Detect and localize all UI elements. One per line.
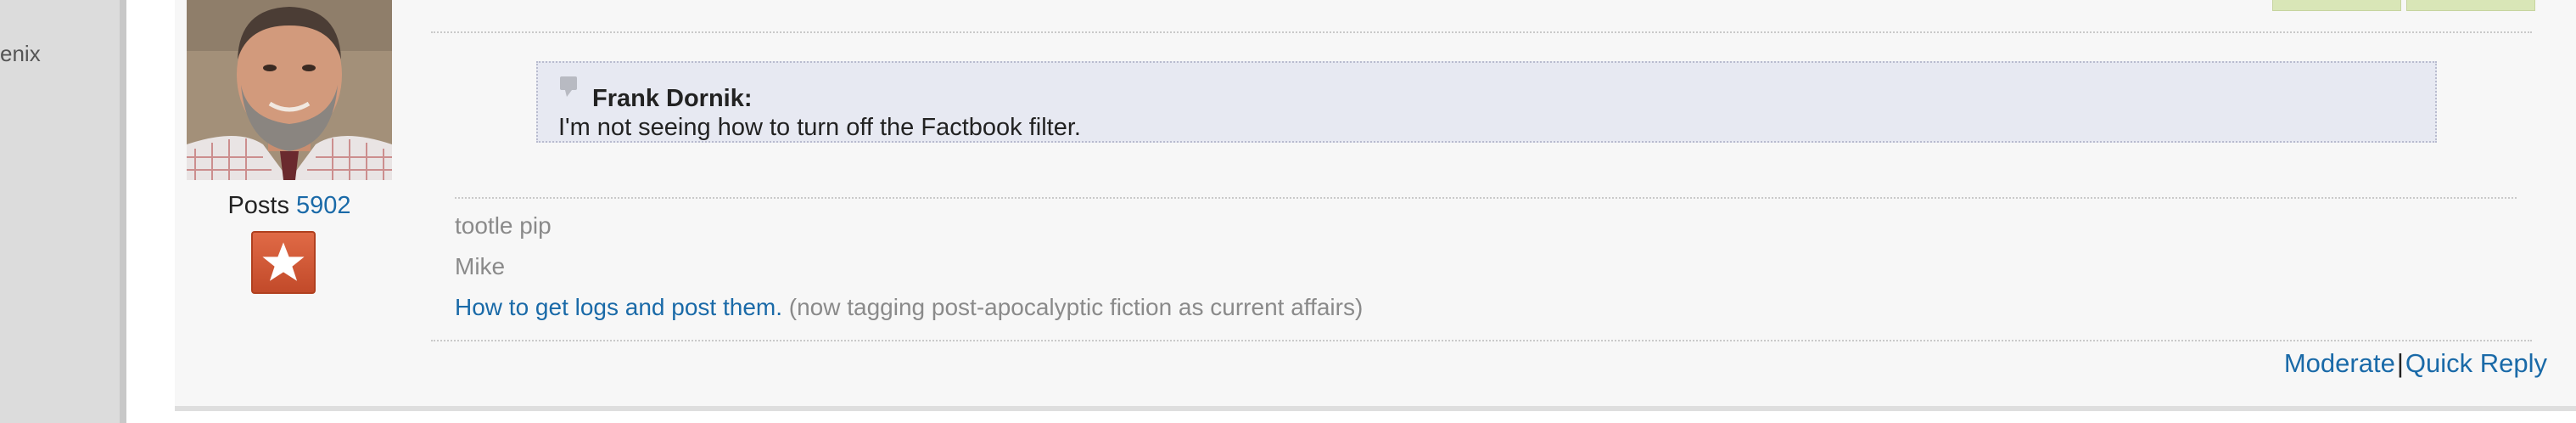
signature-divider	[455, 197, 2517, 199]
quote-author: Frank Dornik:	[592, 85, 753, 112]
posts-count-link[interactable]: 5902	[296, 192, 351, 219]
separator: |	[2396, 348, 2404, 378]
user-avatar-photo	[187, 0, 392, 180]
signature-suffix: (now tagging post-apocalyptic fiction as…	[788, 294, 1364, 320]
signature-line: How to get logs and post them. (now tagg…	[455, 294, 1363, 321]
posts-label: Posts	[227, 192, 289, 219]
sidebar-edge	[120, 0, 126, 423]
signature-link[interactable]: How to get logs and post them.	[455, 294, 782, 320]
moderate-link[interactable]: Moderate	[2284, 348, 2395, 378]
avatar[interactable]	[187, 0, 392, 180]
post-action-button[interactable]	[2272, 0, 2401, 11]
speech-bubble-icon	[560, 76, 577, 97]
divider	[431, 340, 2532, 341]
posts-count: Posts 5902	[187, 192, 392, 220]
sidebar-item-label[interactable]: enix	[0, 41, 41, 67]
post-action-button[interactable]	[2406, 0, 2535, 11]
left-sidebar: enix	[0, 0, 120, 423]
divider	[431, 31, 2532, 33]
quote-block: Frank Dornik: I'm not seeing how to turn…	[536, 61, 2437, 143]
signature-line: Mike	[455, 253, 506, 279]
quote-text: I'm not seeing how to turn off the Factb…	[558, 114, 1081, 141]
signature-line: tootle pip	[455, 212, 552, 239]
post-footer-actions: Moderate|Quick Reply	[2284, 348, 2547, 379]
star-badge-icon	[251, 231, 316, 294]
quick-reply-link[interactable]: Quick Reply	[2405, 348, 2547, 378]
